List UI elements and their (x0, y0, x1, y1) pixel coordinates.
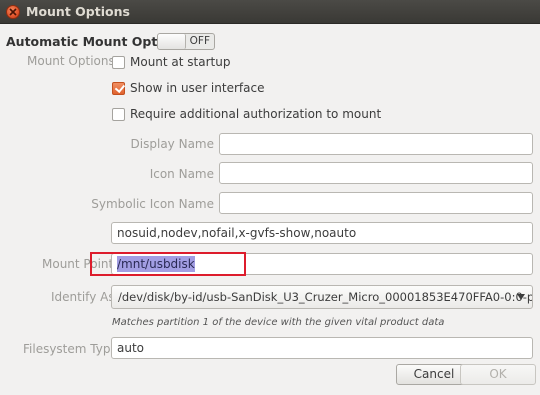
identify-as-label: Identify As (51, 290, 115, 304)
symbolic-icon-name-field[interactable] (219, 192, 533, 214)
toggle-knob (158, 34, 186, 49)
checkbox-label: Show in user interface (130, 81, 265, 95)
mount-at-startup-checkbox[interactable]: Mount at startup (112, 55, 230, 69)
checkbox-box[interactable] (112, 107, 125, 121)
filesystem-type-label: Filesystem Type (23, 342, 118, 356)
icon-name-label: Icon Name (149, 167, 214, 181)
show-in-user-interface-checkbox[interactable]: Show in user interface (112, 81, 264, 95)
filesystem-type-field[interactable]: auto (111, 337, 533, 359)
display-name-field[interactable] (219, 133, 533, 155)
chevron-down-icon (517, 294, 525, 300)
checkbox-box[interactable] (112, 55, 125, 69)
identify-as-value: /dev/disk/by-id/usb-SanDisk_U3_Cruzer_Mi… (118, 290, 533, 304)
identify-hint: Matches partition 1 of the device with t… (112, 317, 445, 328)
checkbox-box[interactable] (112, 81, 125, 95)
close-icon[interactable] (6, 5, 20, 19)
checkbox-label: Require additional authorization to moun… (130, 107, 382, 121)
symbolic-icon-name-label: Symbolic Icon Name (91, 197, 214, 211)
window-title: Mount Options (26, 4, 130, 19)
icon-name-field[interactable] (219, 162, 533, 184)
require-authorization-checkbox[interactable]: Require additional authorization to moun… (112, 107, 381, 121)
automatic-mount-toggle[interactable]: OFF (157, 33, 215, 50)
identify-as-dropdown[interactable]: /dev/disk/by-id/usb-SanDisk_U3_Cruzer_Mi… (111, 285, 533, 309)
mount-options-label: Mount Options (27, 54, 115, 68)
title-bar: Mount Options (0, 0, 540, 24)
checkbox-label: Mount at startup (130, 55, 231, 69)
display-name-label: Display Name (130, 137, 214, 151)
highlight-annotation (90, 252, 246, 276)
mount-options-string-field[interactable]: nosuid,nodev,nofail,x-gvfs-show,noauto (111, 222, 533, 244)
ok-button[interactable]: OK (460, 364, 536, 385)
toggle-state: OFF (189, 35, 210, 47)
